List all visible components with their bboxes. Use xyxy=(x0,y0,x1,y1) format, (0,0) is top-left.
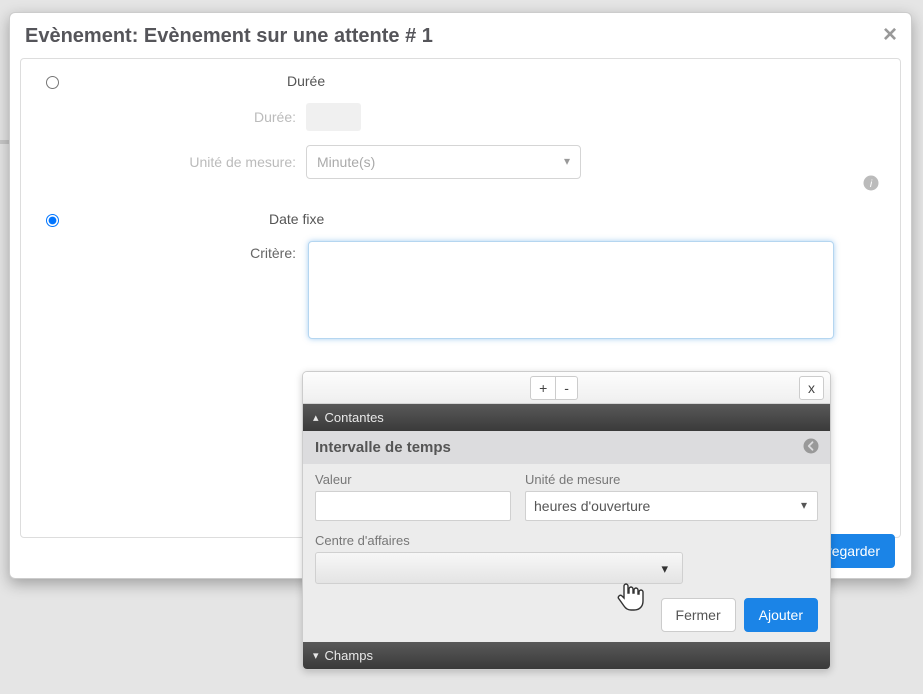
duration-radio[interactable] xyxy=(46,76,59,89)
criteria-input[interactable] xyxy=(308,241,834,339)
duration-field-label: Durée: xyxy=(41,109,306,125)
panel-body: Valeur Unité de mesure heures d'ouvertur… xyxy=(303,464,830,588)
accordion-constants[interactable]: Contantes xyxy=(303,404,830,431)
fixed-date-radio-row: Date fixe xyxy=(41,211,880,227)
fixed-date-label: Date fixe xyxy=(69,211,334,227)
criteria-label: Critère: xyxy=(41,241,306,261)
modal-title: Evènement: Evènement sur une attente # 1 xyxy=(25,25,896,48)
duration-input[interactable] xyxy=(306,103,361,131)
unit-row: Unité de mesure: Minute(s) xyxy=(41,145,880,179)
expression-popup: + - x Contantes Intervalle de temps Vale… xyxy=(302,371,831,670)
panel-title: Intervalle de temps xyxy=(303,431,830,464)
popup-minus-button[interactable]: - xyxy=(556,376,578,400)
popup-add-button[interactable]: Ajouter xyxy=(744,598,818,632)
criteria-row: Critère: xyxy=(41,241,880,339)
info-icon[interactable]: i xyxy=(862,174,880,197)
center-label: Centre d'affaires xyxy=(315,533,818,548)
modal-close-button[interactable]: × xyxy=(883,23,897,47)
modal-header: Evènement: Evènement sur une attente # 1 xyxy=(10,13,911,58)
fixed-date-radio[interactable] xyxy=(46,214,59,227)
unit-label: Unité de mesure: xyxy=(41,154,306,170)
popup-close-x-button[interactable]: x xyxy=(799,376,824,400)
unit-select[interactable]: Minute(s) xyxy=(306,145,581,179)
popup-toolbar: + - x xyxy=(303,372,830,404)
back-icon[interactable] xyxy=(802,437,820,460)
popup-unit-label: Unité de mesure xyxy=(525,472,818,487)
popup-unit-select[interactable]: heures d'ouverture xyxy=(525,491,818,521)
popup-actions: Fermer Ajouter xyxy=(303,588,830,642)
value-input[interactable] xyxy=(315,491,511,521)
unit-select-value: Minute(s) xyxy=(317,154,375,170)
popup-plus-button[interactable]: + xyxy=(530,376,556,400)
value-field-label: Valeur xyxy=(315,472,511,487)
center-select[interactable] xyxy=(315,552,683,584)
duration-label: Durée xyxy=(69,73,335,89)
accordion-fields[interactable]: Champs xyxy=(303,642,830,669)
popup-close-button[interactable]: Fermer xyxy=(661,598,736,632)
duration-radio-row: Durée xyxy=(41,73,880,89)
duration-field-row: Durée: xyxy=(41,103,880,131)
